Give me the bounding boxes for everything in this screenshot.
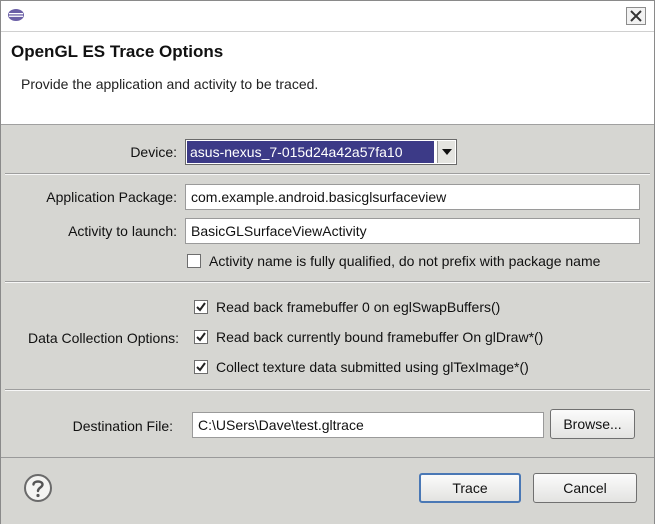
destination-file-input[interactable]: C:\USers\Dave\test.gltrace (192, 412, 544, 438)
checkmark-icon (196, 362, 206, 372)
texture-data-label: Collect texture data submitted using glT… (216, 359, 529, 375)
device-label: Device: (130, 144, 177, 160)
browse-button[interactable]: Browse... (550, 409, 635, 439)
dialog-header: OpenGL ES Trace Options Provide the appl… (1, 32, 654, 125)
framebuffer0-checkbox[interactable] (194, 300, 208, 314)
qualified-checkbox-label: Activity name is fully qualified, do not… (209, 253, 601, 269)
trace-button[interactable]: Trace (419, 473, 521, 503)
question-mark-icon (24, 474, 52, 502)
dialog-title: OpenGL ES Trace Options (11, 42, 224, 61)
cancel-button[interactable]: Cancel (533, 473, 637, 503)
separator (5, 389, 650, 391)
close-icon (630, 10, 642, 22)
activity-input[interactable]: BasicGLSurfaceViewActivity (185, 218, 640, 244)
app-package-label: Application Package: (46, 189, 177, 205)
title-bar (1, 1, 654, 32)
chevron-down-icon (442, 149, 452, 155)
checkmark-icon (196, 332, 206, 342)
destination-label: Destination File: (72, 418, 173, 434)
bound-framebuffer-checkbox[interactable] (194, 330, 208, 344)
device-dropdown-button[interactable] (437, 141, 455, 163)
separator (5, 281, 650, 283)
dialog-description: Provide the application and activity to … (21, 76, 319, 92)
activity-label: Activity to launch: (68, 223, 177, 239)
trace-options-dialog: OpenGL ES Trace Options Provide the appl… (0, 0, 655, 524)
framebuffer0-label: Read back framebuffer 0 on eglSwapBuffer… (216, 299, 501, 315)
close-button[interactable] (626, 7, 646, 25)
help-button[interactable] (23, 473, 53, 503)
device-selected-value: asus-nexus_7-015d24a42a57fa10 (187, 141, 434, 163)
checkmark-icon (196, 302, 206, 312)
eclipse-app-icon (7, 8, 25, 22)
app-package-input[interactable]: com.example.android.basicglsurfaceview (185, 184, 640, 210)
device-select[interactable]: asus-nexus_7-015d24a42a57fa10 (185, 139, 457, 165)
separator (5, 173, 650, 175)
data-collection-label: Data Collection Options: (28, 330, 179, 346)
qualified-checkbox[interactable] (187, 254, 201, 268)
texture-data-checkbox[interactable] (194, 360, 208, 374)
bound-framebuffer-label: Read back currently bound framebuffer On… (216, 329, 544, 345)
